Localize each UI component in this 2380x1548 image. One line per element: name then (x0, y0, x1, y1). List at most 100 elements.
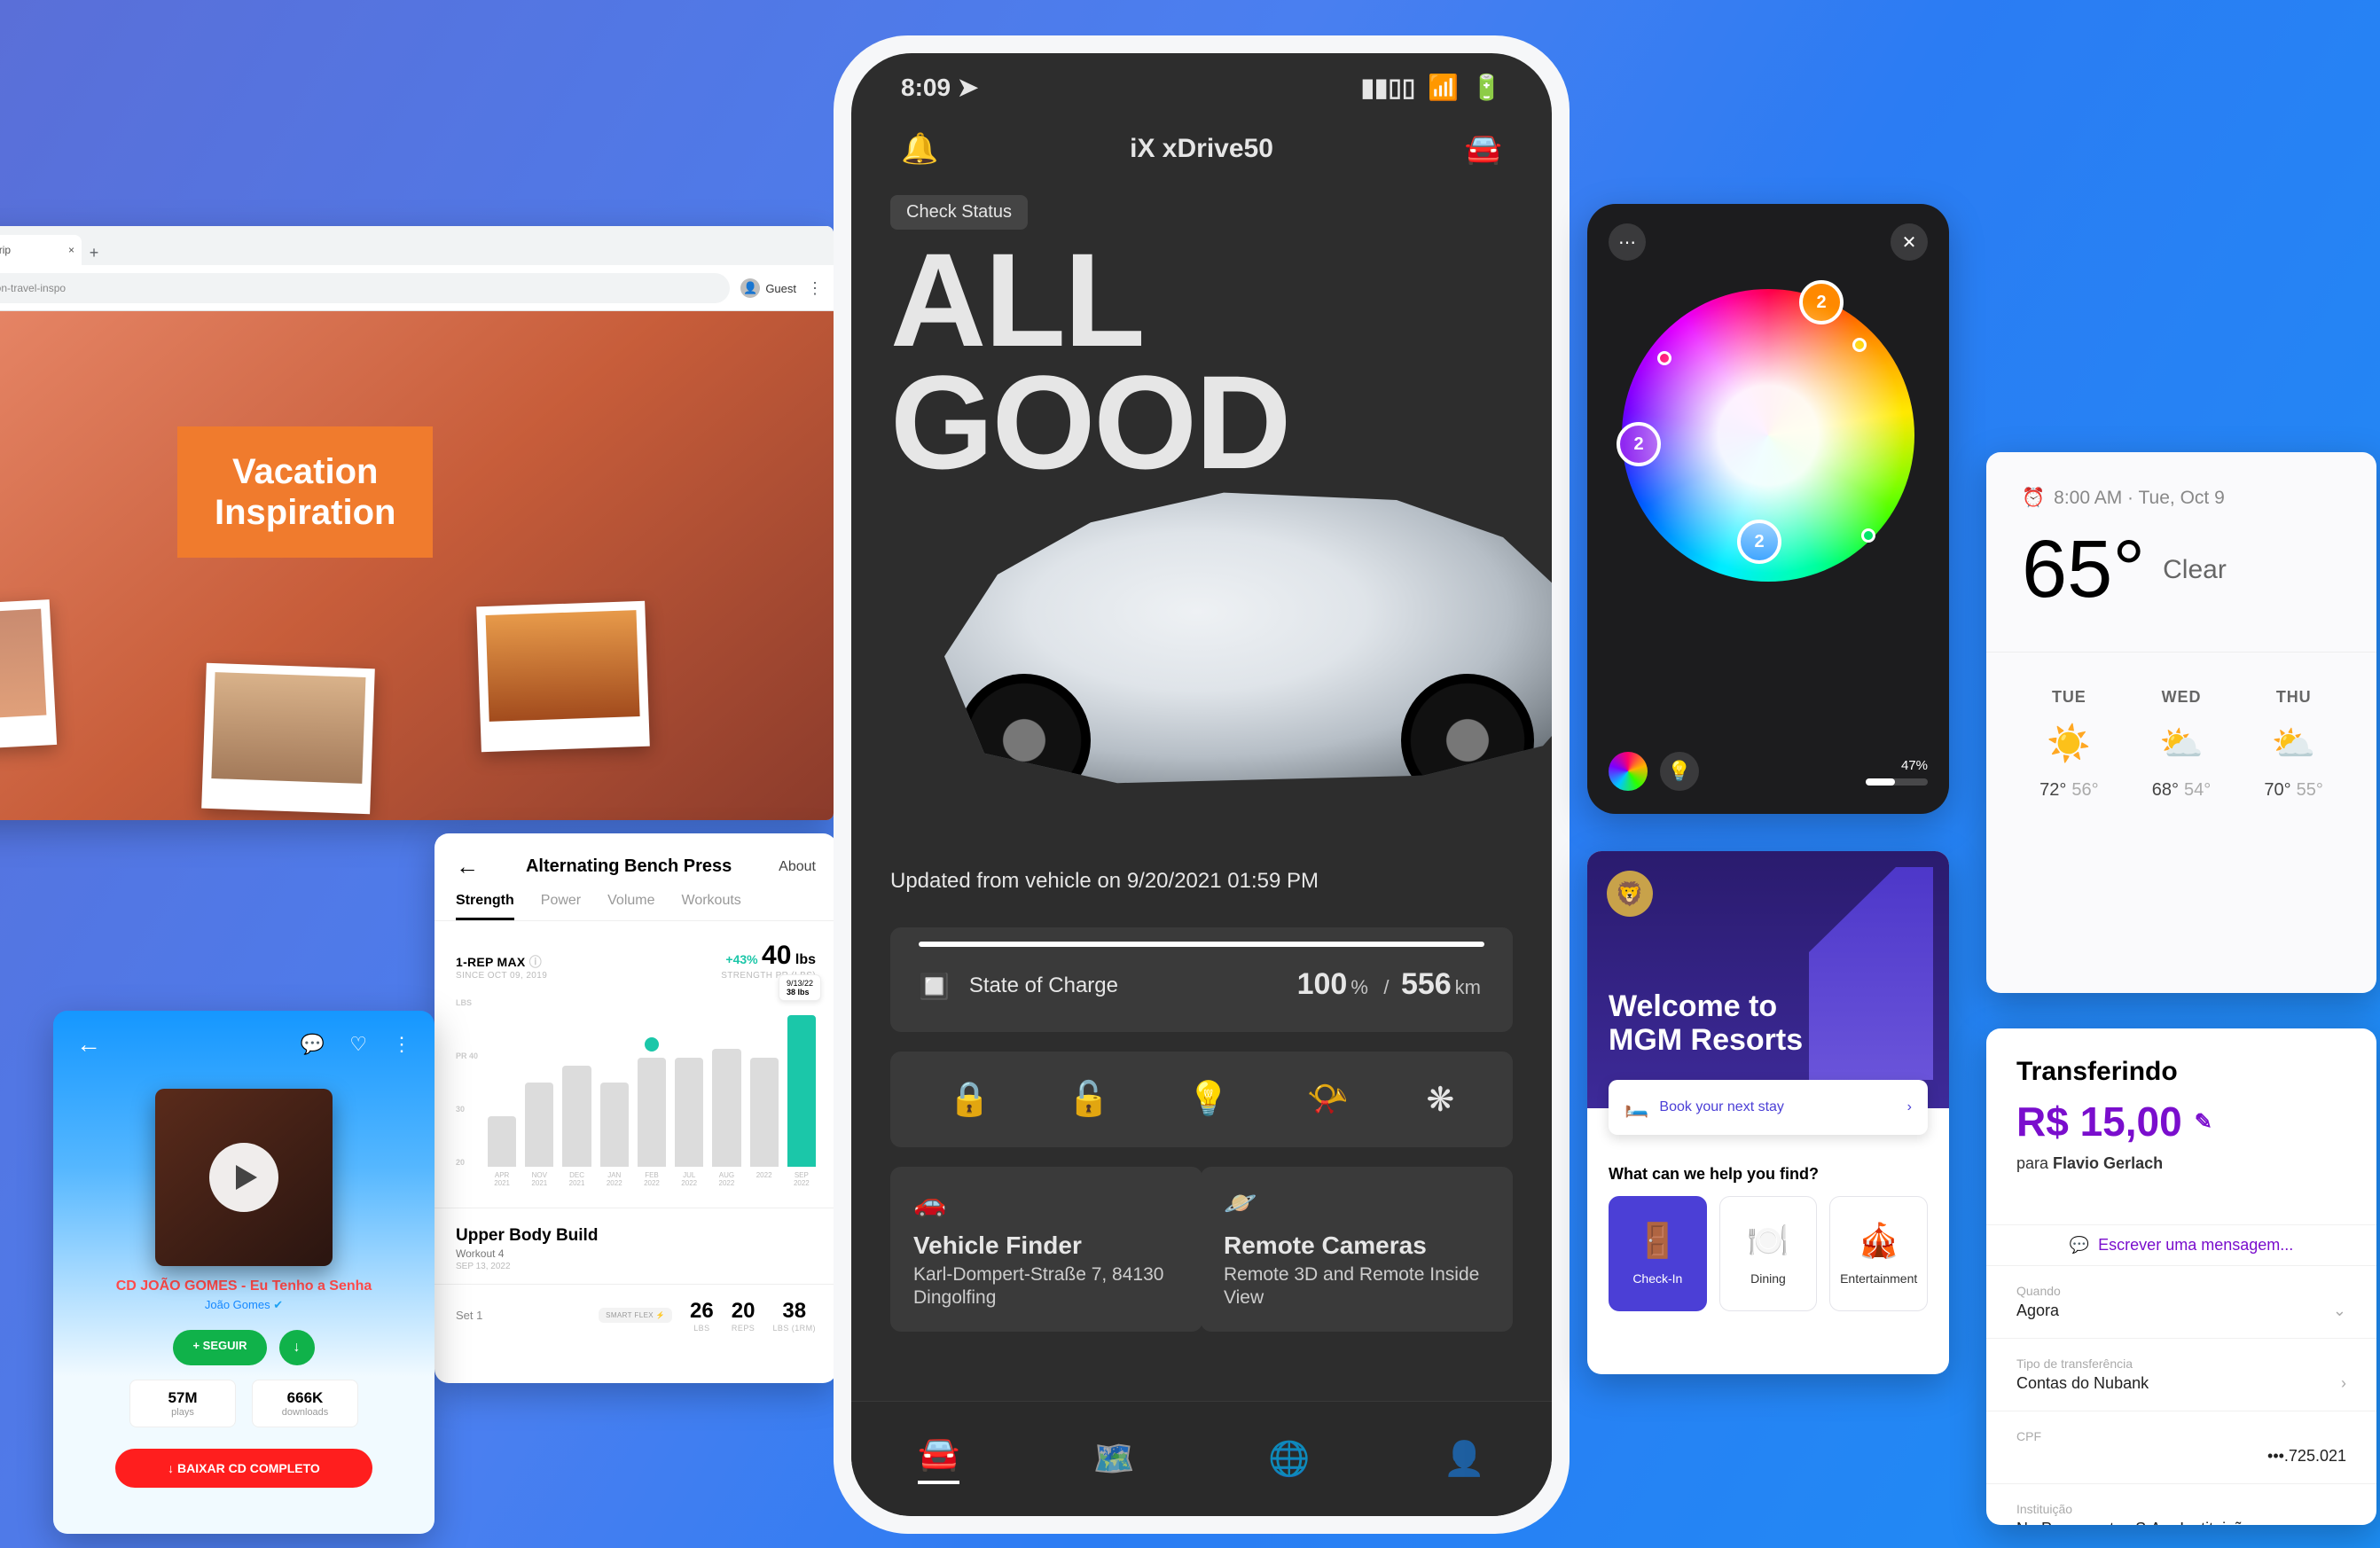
kebab-menu-icon[interactable]: ⋮ (392, 1033, 411, 1056)
state-of-charge-panel[interactable]: 🔲 State of Charge 100% / 556km (890, 927, 1513, 1032)
about-link[interactable]: About (779, 859, 816, 875)
vehicle-finder-tile[interactable]: 🚗 Vehicle Finder Karl-Dompert-Straße 7, … (890, 1167, 1202, 1332)
category-entertainment[interactable]: 🎪Entertainment (1829, 1196, 1928, 1311)
building-illustration (1809, 867, 1933, 1080)
color-handle[interactable]: 2 (1617, 422, 1661, 466)
onerep-delta: +43% (725, 952, 757, 966)
car-icon[interactable]: 🚘 (1465, 131, 1502, 167)
brightness-slider[interactable] (1866, 778, 1928, 786)
tab-strength[interactable]: Strength (456, 893, 514, 920)
partly-cloudy-icon: ⛅ (2126, 723, 2238, 764)
kebab-menu-icon[interactable]: ⋮ (807, 279, 823, 298)
phone-mockup: 8:09 ➤ ▮▮▯▯ 📶 🔋 🔔 iX xDrive50 🚘 Check St… (834, 35, 1570, 1534)
heart-icon[interactable]: ♡ (349, 1033, 367, 1056)
tab-volume[interactable]: Volume (607, 893, 654, 920)
lock-icon[interactable]: 🔒 (949, 1080, 990, 1119)
bottom-tab-bar: 🚘 🗺️ 🌐 👤 (851, 1401, 1552, 1516)
forecast-day[interactable]: THU⛅70°55° (2237, 688, 2350, 801)
soc-range: 556 (1401, 967, 1452, 1001)
write-message-button[interactable]: 💬Escrever uma mensagem... (1986, 1224, 2376, 1266)
alarm-icon: ⏰ (2022, 488, 2045, 509)
close-icon[interactable]: × (68, 244, 74, 256)
color-mode-button[interactable] (1609, 752, 1648, 791)
close-icon[interactable]: ✕ (1891, 223, 1928, 261)
partly-cloudy-icon: ⛅ (2237, 723, 2350, 764)
chart-bar[interactable] (525, 1083, 553, 1167)
url-text: s.com/vacation-travel-inspo (0, 282, 66, 294)
remote-cameras-tile[interactable]: 🪐 Remote Cameras Remote 3D and Remote In… (1201, 1167, 1513, 1332)
color-wheel[interactable]: 2 2 2 (1622, 289, 1914, 582)
chart-bar[interactable] (600, 1083, 629, 1167)
charge-bar (919, 942, 1484, 947)
back-icon[interactable]: ← (456, 853, 479, 880)
field-transfer-type[interactable]: Tipo de transferência Contas do Nubank› (1986, 1339, 2376, 1411)
edit-icon[interactable]: ✎ (2195, 1109, 2212, 1135)
soc-label: State of Charge (969, 973, 1118, 998)
chart-tooltip: 9/13/2238 lbs (779, 974, 821, 1001)
field-when[interactable]: Quando Agora⌄ (1986, 1266, 2376, 1339)
color-handle[interactable]: 2 (1799, 280, 1844, 324)
download-album-button[interactable]: ↓ BAIXAR CD COMPLETO (115, 1449, 372, 1488)
finder-title: Vehicle Finder (913, 1231, 1179, 1260)
weather-card: ⏰ 8:00 AM · Tue, Oct 9 65° Clear TUE☀️72… (1986, 452, 2376, 993)
forecast-day[interactable]: TUE☀️72°56° (2013, 688, 2126, 801)
chart-bar[interactable] (712, 1049, 740, 1167)
play-button[interactable] (209, 1143, 278, 1212)
chart-bar[interactable] (562, 1066, 591, 1167)
chart-bar[interactable] (638, 1058, 666, 1168)
new-tab-button[interactable]: + (82, 240, 106, 265)
unlock-icon[interactable]: 🔓 (1068, 1080, 1109, 1119)
back-icon[interactable]: ← (76, 1030, 101, 1059)
status-headline: ALLGOOD (851, 230, 1552, 483)
tab-power[interactable]: Power (541, 893, 581, 920)
info-icon[interactable]: ⓘ (529, 955, 542, 969)
horn-icon[interactable]: 📯 (1307, 1080, 1349, 1119)
url-bar[interactable]: s.com/vacation-travel-inspo (0, 273, 730, 303)
book-stay-row[interactable]: 🛏️ Book your next stay › (1609, 1080, 1928, 1135)
polaroid-photo[interactable] (476, 601, 650, 753)
polaroid-photo[interactable] (201, 663, 375, 815)
hero-title-line1: Vacation (215, 451, 395, 492)
climate-fan-icon[interactable]: ❋ (1426, 1080, 1454, 1120)
tab-map-icon[interactable]: 🗺️ (1093, 1440, 1135, 1479)
color-marker[interactable] (1852, 338, 1867, 352)
guest-profile-button[interactable]: 👤 Guest (740, 278, 796, 298)
browser-tab[interactable]: 🌐 Vacation Trip × (0, 235, 82, 265)
category-dining[interactable]: 🍽️Dining (1719, 1196, 1818, 1311)
chart-bar[interactable] (488, 1116, 516, 1167)
artist-link[interactable]: João Gomes ✔ (53, 1298, 435, 1312)
browser-window: 🌐 Vacation Trip × + s.com/vacation-trave… (0, 226, 834, 820)
scene-mode-button[interactable]: 💡 (1660, 752, 1699, 791)
more-icon[interactable]: ⋯ (1609, 223, 1646, 261)
tab-workouts[interactable]: Workouts (682, 893, 741, 920)
follow-button[interactable]: + SEGUIR (173, 1330, 266, 1365)
tab-vehicle-icon[interactable]: 🚘 (918, 1435, 959, 1484)
color-marker[interactable] (1657, 351, 1671, 365)
tab-profile-icon[interactable]: 👤 (1444, 1440, 1485, 1479)
color-picker-card: ⋯ ✕ 2 2 2 💡 47% (1587, 204, 1949, 814)
brightness-control[interactable]: 47% (1866, 758, 1928, 786)
category-checkin[interactable]: 🚪Check-In (1609, 1196, 1707, 1311)
download-icon-button[interactable]: ↓ (279, 1330, 315, 1365)
polaroid-photo[interactable] (0, 599, 57, 754)
album-cover[interactable] (155, 1089, 333, 1266)
tab-globe-icon[interactable]: 🌐 (1268, 1440, 1310, 1479)
color-handle[interactable]: 2 (1737, 520, 1781, 564)
alarm-row[interactable]: ⏰ 8:00 AM · Tue, Oct 9 (1986, 452, 2376, 520)
program-section[interactable]: Upper Body Build Workout 4 SEP 13, 2022 (435, 1208, 837, 1284)
chart-bar[interactable] (750, 1058, 779, 1168)
music-player-card: ← 💬 ♡ ⋮ CD JOÃO GOMES - Eu Tenho a Senha… (53, 1011, 435, 1534)
track-title: CD JOÃO GOMES - Eu Tenho a Senha (53, 1278, 435, 1294)
bell-icon[interactable]: 🔔 (901, 131, 938, 167)
chart-bar[interactable] (675, 1058, 703, 1168)
forecast-day[interactable]: WED⛅68°54° (2126, 688, 2238, 801)
headlights-icon[interactable]: 💡 (1187, 1080, 1229, 1119)
strength-bar-chart[interactable]: LBS PR 40 30 20 9/13/2238 lbs (456, 998, 816, 1167)
chat-icon[interactable]: 💬 (301, 1033, 325, 1056)
transfer-amount[interactable]: R$ 15,00✎ (2016, 1098, 2346, 1145)
mgm-card: 🦁 Welcome toMGM Resorts 🛏️ Book your nex… (1587, 851, 1949, 1374)
color-marker[interactable] (1861, 528, 1875, 543)
chart-bar[interactable]: 9/13/2238 lbs (787, 1015, 816, 1167)
vehicle-model[interactable]: iX xDrive50 (1130, 134, 1273, 164)
smartflex-badge: SMART FLEX ⚡ (599, 1308, 672, 1323)
